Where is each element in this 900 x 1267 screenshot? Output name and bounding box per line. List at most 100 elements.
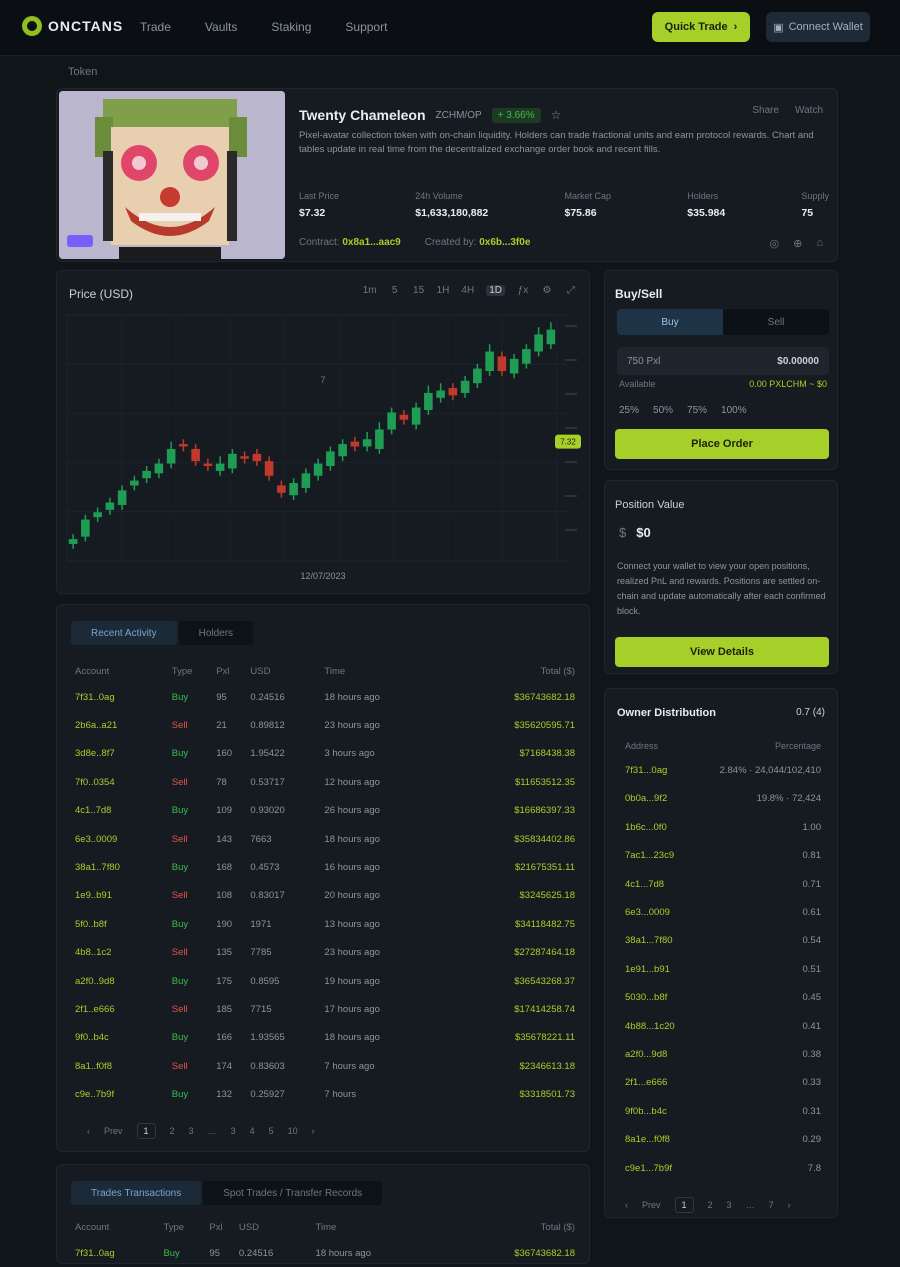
percent-25-button[interactable]: 25% — [619, 405, 639, 416]
tab-spot-trades[interactable]: Spot Trades / Transfer Records — [203, 1181, 383, 1205]
account-cell[interactable]: 4b8..1c2 — [75, 939, 172, 967]
table-row[interactable]: 1e9..b91 Sell 108 0.83017 20 hours ago $32456… — [75, 882, 575, 910]
account-cell[interactable]: 7f31..0ag — [75, 1239, 163, 1267]
candle-body[interactable] — [240, 456, 249, 459]
website-icon[interactable]: ◎ — [770, 237, 780, 250]
owner-row[interactable]: 1b6c...0f0 1.00 — [625, 822, 821, 833]
account-cell[interactable]: c9e..7b9f — [75, 1080, 172, 1108]
candle-body[interactable] — [191, 448, 200, 462]
place-order-button[interactable]: Place Order — [615, 429, 829, 459]
tx-page-item[interactable]: 3 — [231, 1126, 236, 1136]
account-cell[interactable]: a2f0..9d8 — [75, 967, 172, 995]
owner-row[interactable]: 4c1...7d8 0.71 — [625, 879, 821, 890]
owner-row[interactable]: 38a1...7f80 0.54 — [625, 935, 821, 946]
owner-address[interactable]: 9f0b...b4c — [625, 1106, 667, 1117]
owner-address[interactable]: a2f0...9d8 — [625, 1049, 667, 1060]
percent-100-button[interactable]: 100% — [721, 405, 747, 416]
owner-page-item[interactable]: 3 — [727, 1200, 732, 1210]
owner-address[interactable]: 7ac1...23c9 — [625, 850, 674, 861]
account-cell[interactable]: 38a1..7f80 — [75, 853, 172, 881]
candle-body[interactable] — [326, 451, 335, 467]
candle-body[interactable] — [399, 414, 409, 420]
table-row[interactable]: a2f0..9d8 Buy 175 0.8595 19 hours ago $365432… — [75, 967, 575, 995]
tx-page-item[interactable]: › — [312, 1126, 315, 1136]
candle-body[interactable] — [93, 512, 102, 518]
candle-body[interactable] — [117, 490, 127, 505]
nav-item-trade[interactable]: Trade — [140, 20, 171, 34]
candle-body[interactable] — [522, 349, 531, 364]
candle-body[interactable] — [362, 439, 372, 447]
table-row[interactable]: c9e..7b9f Buy 132 0.25927 7 hours $3318501.73 — [75, 1080, 575, 1108]
owner-address[interactable]: 7f31...0ag — [625, 765, 667, 776]
account-cell[interactable]: 7f31..0ag — [75, 683, 172, 711]
candle-body[interactable] — [313, 463, 323, 476]
owner-row[interactable]: 0b0a...9f2 19.8% · 72,424 — [625, 793, 821, 804]
candle-body[interactable] — [460, 380, 470, 393]
candle-body[interactable] — [497, 356, 507, 372]
candle-body[interactable] — [264, 461, 274, 476]
owner-row[interactable]: c9e1...7b9f 7.8 — [625, 1163, 821, 1174]
owner-address[interactable]: 4c1...7d8 — [625, 879, 664, 890]
tab-buy[interactable]: Buy — [617, 309, 723, 335]
owner-page-item[interactable]: ‹ — [625, 1200, 628, 1210]
owner-row[interactable]: 8a1e...f0f8 0.29 — [625, 1134, 821, 1145]
candle-body[interactable] — [411, 407, 421, 425]
candle-body[interactable] — [350, 441, 360, 447]
owner-row[interactable]: 6e3...0009 0.61 — [625, 907, 821, 918]
tab-sell[interactable]: Sell — [723, 309, 829, 335]
nav-item-support[interactable]: Support — [345, 20, 387, 34]
tab-holders[interactable]: Holders — [178, 621, 254, 645]
percent-50-button[interactable]: 50% — [653, 405, 673, 416]
candle-body[interactable] — [154, 463, 164, 474]
account-cell[interactable]: 1e9..b91 — [75, 882, 172, 910]
owner-page-item[interactable]: 1 — [674, 1197, 694, 1213]
globe-icon[interactable]: ⊕ — [793, 237, 802, 250]
tx-page-item[interactable]: 5 — [269, 1126, 274, 1136]
candle-body[interactable] — [424, 392, 433, 410]
owner-row[interactable]: a2f0...9d8 0.38 — [625, 1049, 821, 1060]
favorite-star-icon[interactable]: ☆ — [551, 108, 562, 122]
table-row[interactable]: 7f0..0354 Sell 78 0.53717 12 hours ago $11653… — [75, 768, 575, 796]
table-row[interactable]: 6e3..0009 Sell 143 7663 18 hours ago $3583440… — [75, 825, 575, 853]
candle-body[interactable] — [277, 485, 286, 493]
owner-address[interactable]: 1b6c...0f0 — [625, 822, 667, 833]
owner-address[interactable]: 8a1e...f0f8 — [625, 1134, 670, 1145]
candle-body[interactable] — [228, 453, 237, 469]
candle-body[interactable] — [301, 473, 311, 488]
account-cell[interactable]: 2f1..e666 — [75, 995, 172, 1023]
table-row[interactable]: 7f31..0ag Buy 95 0.24516 18 hours ago $3… — [75, 1239, 575, 1267]
brand-logo[interactable]: ONCTANS — [22, 16, 123, 36]
candle-body[interactable] — [375, 429, 384, 449]
candle-body[interactable] — [203, 463, 213, 467]
owner-page-item[interactable]: › — [788, 1200, 791, 1210]
account-cell[interactable]: 7f0..0354 — [75, 768, 172, 796]
tx-page-item[interactable]: 4 — [250, 1126, 255, 1136]
owner-row[interactable]: 4b88...1c20 0.41 — [625, 1021, 821, 1032]
candle-body[interactable] — [436, 390, 445, 398]
tx-page-item[interactable]: 1 — [136, 1123, 156, 1139]
tx-page-item[interactable]: 10 — [288, 1126, 298, 1136]
table-row[interactable]: 3d8e..8f7 Buy 160 1.95422 3 hours ago $716843… — [75, 740, 575, 768]
owner-address[interactable]: 5030...b8f — [625, 992, 667, 1003]
candle-body[interactable] — [166, 448, 176, 464]
candle-body[interactable] — [130, 480, 139, 486]
candle-body[interactable] — [252, 453, 262, 462]
candle-body[interactable] — [485, 351, 494, 372]
candle-body[interactable] — [473, 368, 482, 384]
candle-body[interactable] — [179, 444, 188, 447]
contract-address-link[interactable]: 0x8a1...aac9 — [342, 237, 400, 248]
account-cell[interactable]: 6e3..0009 — [75, 825, 172, 853]
owner-row[interactable]: 7ac1...23c9 0.81 — [625, 850, 821, 861]
table-row[interactable]: 4b8..1c2 Sell 135 7785 23 hours ago $27287464… — [75, 939, 575, 967]
owner-row[interactable]: 5030...b8f 0.45 — [625, 992, 821, 1003]
owner-address[interactable]: 1e91...b91 — [625, 964, 670, 975]
table-row[interactable]: 2b6a..a21 Sell 21 0.89812 23 hours ago $35620… — [75, 711, 575, 739]
tx-page-item[interactable]: … — [208, 1126, 217, 1136]
owner-address[interactable]: 6e3...0009 — [625, 907, 670, 918]
table-row[interactable]: 4c1..7d8 Buy 109 0.93020 26 hours ago $166863… — [75, 797, 575, 825]
owner-page-item[interactable]: 2 — [708, 1200, 713, 1210]
quick-trade-button[interactable]: Quick Trade › — [652, 12, 750, 42]
table-row[interactable]: 2f1..e666 Sell 185 7715 17 hours ago $1741425… — [75, 995, 575, 1023]
tx-page-item[interactable]: Prev — [104, 1126, 123, 1136]
candle-body[interactable] — [81, 519, 90, 537]
